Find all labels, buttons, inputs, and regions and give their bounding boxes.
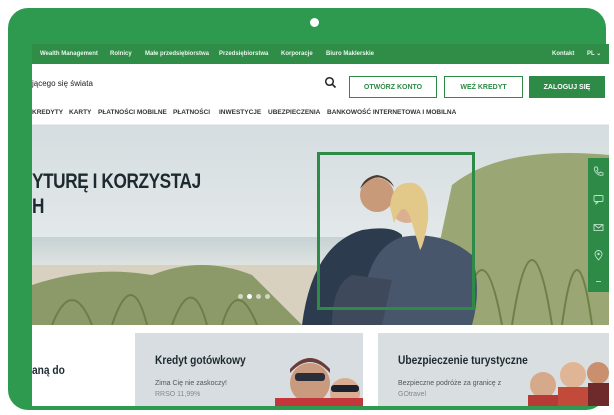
nav-item-insurance[interactable]: UBEZPIECZENIA — [268, 109, 320, 116]
hero-banner[interactable]: YTURĘ I KORZYSTAJ H — [32, 125, 609, 325]
card-partner: GOtravel — [398, 391, 427, 398]
search-icon[interactable] — [324, 76, 337, 89]
promo-card-left[interactable]: aną do — [32, 333, 118, 406]
side-contact-rail — [588, 158, 609, 292]
screen: Wealth Management Rolnicy Małe przedsięb… — [32, 44, 609, 406]
hero-frame-accent — [317, 152, 475, 310]
hero-headline-line2: H — [32, 195, 45, 218]
nav-item-online-banking[interactable]: BANKOWOŚĆ INTERNETOWA I MOBILNA — [327, 109, 456, 116]
card-text: Zima Cię nie zaskoczy! — [155, 380, 227, 387]
topbar-link-contact[interactable]: Kontakt — [552, 44, 574, 64]
carousel-dot[interactable] — [238, 294, 243, 299]
topbar-link-small-business[interactable]: Małe przedsiębiorstwa — [145, 44, 209, 64]
nav-item-payments[interactable]: PŁATNOŚCI — [173, 109, 210, 116]
more-icon[interactable] — [593, 276, 604, 287]
nav-item-mobile-payments[interactable]: PŁATNOŚCI MOBILNE — [98, 109, 167, 116]
chat-icon[interactable] — [593, 194, 604, 205]
language-selector[interactable]: PL ⌄ — [587, 44, 601, 64]
card-text: Bezpieczne podróże za granicę z — [398, 380, 502, 387]
hero-headline: YTURĘ I KORZYSTAJ H — [32, 169, 201, 219]
bank-tagline: jącego się świata — [32, 79, 93, 88]
topbar-link-brokerage[interactable]: Biuro Maklerskie — [326, 44, 374, 64]
card-title: aną do — [32, 363, 65, 377]
nav-item-investments[interactable]: INWESTYCJE — [219, 109, 261, 116]
tablet-frame: Wealth Management Rolnicy Małe przedsięb… — [8, 8, 609, 410]
nav-item-cards[interactable]: KARTY — [69, 109, 91, 116]
main-navigation: KREDYTY KARTY PŁATNOŚCI MOBILNE PŁATNOŚC… — [32, 106, 609, 125]
card-rrso: RRSO 11,99% — [155, 391, 201, 398]
mail-icon[interactable] — [593, 222, 604, 233]
language-label: PL — [587, 51, 595, 57]
promo-card-travel-insurance[interactable]: Ubezpieczenie turystyczne Bezpieczne pod… — [378, 333, 609, 406]
site-header: jącego się świata OTWÓRZ KONTO WEŹ KREDY… — [32, 64, 609, 104]
chevron-down-icon: ⌄ — [594, 51, 602, 57]
take-loan-button[interactable]: WEŹ KREDYT — [444, 76, 523, 98]
topbar-link-farmers[interactable]: Rolnicy — [110, 44, 132, 64]
camera-dot — [310, 18, 319, 27]
topbar-link-wealth[interactable]: Wealth Management — [40, 44, 98, 64]
carousel-dot[interactable] — [265, 294, 270, 299]
card-title: Ubezpieczenie turystyczne — [398, 353, 528, 367]
carousel-dot-active[interactable] — [247, 294, 252, 299]
open-account-button[interactable]: OTWÓRZ KONTO — [349, 76, 437, 98]
hero-headline-line1: YTURĘ I KORZYSTAJ — [32, 170, 201, 193]
topbar-link-enterprises[interactable]: Przedsiębiorstwa — [219, 44, 268, 64]
top-utility-bar: Wealth Management Rolnicy Małe przedsięb… — [32, 44, 609, 64]
phone-icon[interactable] — [593, 166, 604, 177]
promo-card-cash-loan[interactable]: Kredyt gotówkowy Zima Cię nie zaskoczy! … — [135, 333, 363, 406]
login-button[interactable]: ZALOGUJ SIĘ — [529, 76, 605, 98]
carousel-dot[interactable] — [256, 294, 261, 299]
topbar-link-corporations[interactable]: Korporacje — [281, 44, 313, 64]
card-title: Kredyt gotówkowy — [155, 353, 246, 367]
nav-item-loans[interactable]: KREDYTY — [32, 109, 63, 116]
location-pin-icon[interactable] — [593, 250, 604, 261]
